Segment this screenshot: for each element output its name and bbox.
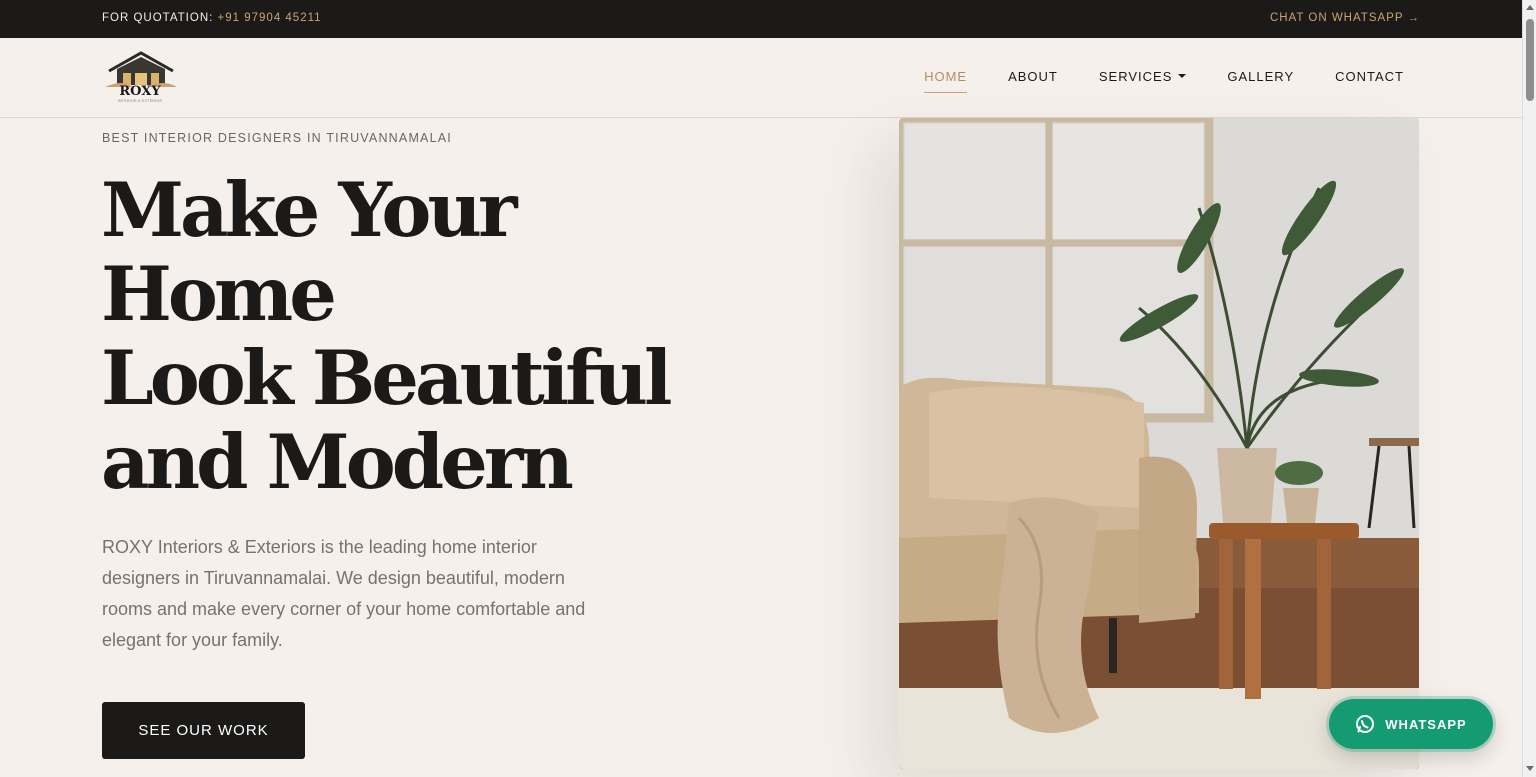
house-logo-icon <box>105 51 177 87</box>
nav-menu: HOME ABOUT SERVICES GALLERY CONTACT <box>924 38 1404 118</box>
hero-headline: Make Your Home Look Beautiful and Modern <box>101 168 721 504</box>
hero-eyebrow: BEST INTERIOR DESIGNERS IN TIRUVANNAMALA… <box>102 131 452 145</box>
living-room-photo <box>899 118 1419 769</box>
nav-services[interactable]: SERVICES <box>1099 69 1187 88</box>
nav-about-label: ABOUT <box>1008 68 1058 84</box>
nav-services-label: SERVICES <box>1098 68 1173 84</box>
top-bar: FOR QUOTATION: +91 97904 45211 CHAT ON W… <box>0 0 1522 38</box>
quotation-phone-link[interactable]: +91 97904 45211 <box>218 12 322 24</box>
whatsapp-button-label: WHATSAPP <box>1385 716 1467 732</box>
living-room-illustration <box>899 118 1419 769</box>
nav-about[interactable]: ABOUT <box>1008 69 1058 88</box>
logo-tagline: INTERIOR & EXTERIOR <box>117 99 163 103</box>
quotation-info: FOR QUOTATION: +91 97904 45211 <box>102 12 322 24</box>
nav-gallery-label: GALLERY <box>1227 68 1295 84</box>
chat-on-whatsapp-link[interactable]: CHAT ON WHATSAPP → <box>1270 12 1420 24</box>
scroll-down-arrow-icon[interactable] <box>1526 766 1534 771</box>
logo-name: ROXY <box>119 84 161 99</box>
quotation-label: FOR QUOTATION: <box>102 12 214 24</box>
whatsapp-floating-button[interactable]: WHATSAPP <box>1329 699 1493 749</box>
headline-line: and Modern <box>101 418 574 506</box>
page-scrollbar[interactable] <box>1522 0 1536 777</box>
scroll-up-arrow-icon[interactable] <box>1526 5 1534 10</box>
logo[interactable]: ROXY INTERIOR & EXTERIOR <box>103 49 179 107</box>
hero-description: ROXY Interiors & Exteriors is the leadin… <box>102 537 586 650</box>
scrollbar-thumb[interactable] <box>1526 19 1534 101</box>
nav-contact[interactable]: CONTACT <box>1335 69 1404 88</box>
nav-home[interactable]: HOME <box>924 68 968 93</box>
headline-line: Look Beautiful <box>101 334 673 422</box>
headline-line: Home <box>101 250 337 338</box>
main-navbar: ROXY INTERIOR & EXTERIOR HOME ABOUT SERV… <box>0 38 1522 118</box>
headline-line: Make Your <box>101 166 518 254</box>
caret-down-icon <box>1178 74 1187 78</box>
nav-gallery[interactable]: GALLERY <box>1227 69 1294 88</box>
whatsapp-icon <box>1356 715 1375 733</box>
nav-home-label: HOME <box>924 68 968 84</box>
see-our-work-button[interactable]: SEE OUR WORK <box>102 702 305 759</box>
nav-contact-label: CONTACT <box>1335 68 1404 84</box>
